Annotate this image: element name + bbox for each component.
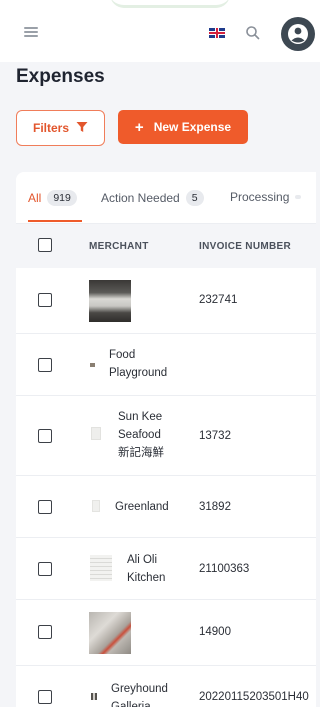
table-row[interactable]: Sun Kee Seafood 新記海鮮 13732 [16, 396, 316, 476]
table-row[interactable]: Greenland 31892 [16, 476, 316, 538]
invoice-number: 232741 [199, 294, 238, 306]
receipt-thumbnail[interactable] [90, 555, 112, 581]
table-row[interactable]: 14900 [16, 600, 316, 666]
row-checkbox[interactable] [38, 500, 52, 514]
column-header-merchant[interactable]: MERCHANT [89, 241, 149, 252]
receipt-thumbnail[interactable] [89, 280, 131, 322]
column-header-invoice-number[interactable]: INVOICE NUMBER [199, 241, 291, 252]
tab-count [295, 195, 302, 199]
search-icon[interactable] [244, 24, 262, 42]
merchant-name-line: Kitchen [127, 572, 166, 584]
row-checkbox[interactable] [38, 690, 52, 704]
tab-processing[interactable]: Processing [230, 190, 302, 204]
status-tabs: All 919 Action Needed 5 Processing [16, 172, 316, 224]
merchant-logo [91, 693, 97, 700]
row-checkbox[interactable] [38, 625, 52, 639]
filter-icon [76, 121, 88, 136]
table-row[interactable]: Food Playground [16, 334, 316, 396]
filters-label: Filters [32, 121, 69, 135]
merchant-name-line: Greyhound [111, 683, 168, 695]
active-tab-indicator [28, 220, 82, 222]
merchant-name-line: Playground [109, 367, 168, 379]
table-row[interactable]: 232741 [16, 268, 316, 334]
table-row[interactable]: Greyhound Galleria 20220115203501H40 [16, 666, 316, 707]
merchant-name-line: Greenland [115, 501, 169, 513]
table-header: MERCHANT INVOICE NUMBER [16, 224, 316, 268]
invoice-number: 13732 [199, 430, 231, 442]
expenses-table-card: All 919 Action Needed 5 Processing MERCH… [16, 172, 316, 707]
receipt-thumbnail[interactable] [91, 427, 101, 440]
merchant-name: Food Playground [109, 346, 167, 382]
invoice-number: 14900 [199, 626, 231, 638]
merchant-logo [90, 363, 95, 367]
receipt-thumbnail[interactable] [89, 612, 131, 654]
row-checkbox[interactable] [38, 293, 52, 307]
merchant-name-line: Ali Oli [127, 554, 158, 566]
merchant-name: Greyhound Galleria [111, 680, 168, 707]
filters-button[interactable]: Filters [16, 110, 105, 146]
merchant-name: Sun Kee Seafood 新記海鮮 [118, 408, 164, 462]
tab-all[interactable]: All 919 [28, 190, 77, 206]
user-avatar-icon[interactable] [281, 17, 315, 51]
select-all-checkbox[interactable] [38, 238, 52, 252]
plus-icon: + [134, 118, 144, 136]
tab-label: Processing [230, 190, 290, 204]
merchant-name-line: Sun Kee [118, 411, 163, 423]
merchant-name-line: Food [109, 349, 136, 361]
new-expense-button[interactable]: + New Expense [118, 110, 248, 144]
page-title: Expenses [16, 66, 105, 87]
uk-flag-icon[interactable] [209, 28, 225, 38]
row-checkbox[interactable] [38, 358, 52, 372]
merchant-name: Greenland [115, 498, 169, 516]
row-checkbox[interactable] [38, 429, 52, 443]
header-decoration [110, 0, 230, 8]
invoice-number: 21100363 [199, 563, 250, 575]
merchant-name-line: Seafood [118, 429, 161, 441]
row-checkbox[interactable] [38, 562, 52, 576]
invoice-number: 31892 [199, 501, 231, 513]
hamburger-icon[interactable] [24, 27, 38, 37]
tab-label: All [28, 191, 42, 205]
top-bar [0, 0, 320, 62]
tab-count: 919 [47, 190, 77, 206]
table-row[interactable]: Ali Oli Kitchen 21100363 [16, 538, 316, 600]
receipt-thumbnail[interactable] [92, 500, 100, 512]
tab-count: 5 [185, 190, 204, 206]
tab-label: Action Needed [101, 191, 180, 205]
merchant-name: Ali Oli Kitchen [127, 551, 165, 587]
invoice-number: 20220115203501H40 [199, 691, 309, 703]
new-expense-label: New Expense [153, 120, 232, 134]
merchant-name-line: Galleria [111, 701, 151, 707]
merchant-name-line: 新記海鮮 [118, 447, 164, 459]
tab-action-needed[interactable]: Action Needed 5 [101, 190, 204, 206]
